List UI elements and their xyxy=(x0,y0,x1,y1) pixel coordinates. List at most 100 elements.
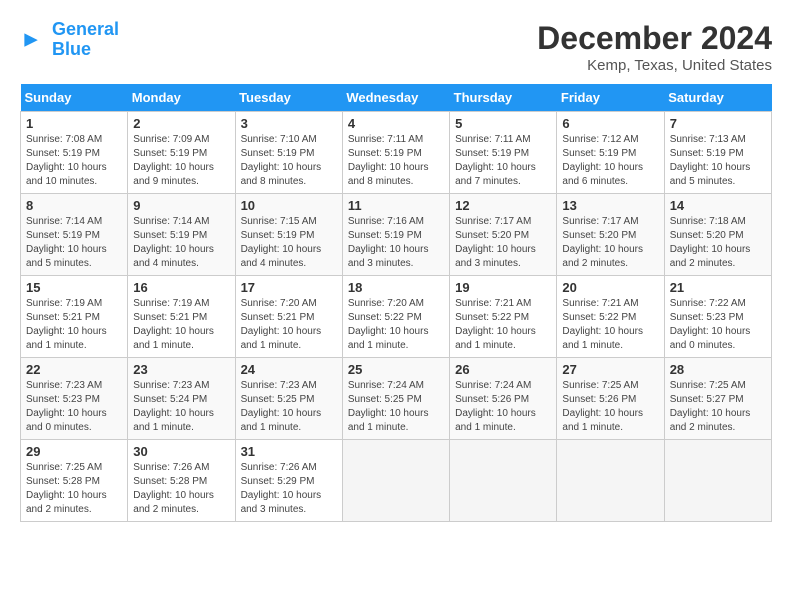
day-cell: 20 Sunrise: 7:21 AMSunset: 5:22 PMDayligh… xyxy=(557,276,664,358)
day-number: 8 xyxy=(26,198,122,213)
day-number: 23 xyxy=(133,362,229,377)
day-cell: 29 Sunrise: 7:25 AMSunset: 5:28 PMDayligh… xyxy=(21,440,128,522)
day-number: 26 xyxy=(455,362,551,377)
day-cell: 1 Sunrise: 7:08 AMSunset: 5:19 PMDaylight… xyxy=(21,112,128,194)
day-number: 4 xyxy=(348,116,444,131)
logo-text: General Blue xyxy=(52,20,119,60)
day-info: Sunrise: 7:24 AMSunset: 5:26 PMDaylight:… xyxy=(455,379,551,435)
day-number: 28 xyxy=(670,362,766,377)
day-cell: 21 Sunrise: 7:22 AMSunset: 5:23 PMDayligh… xyxy=(664,276,771,358)
day-cell: 5 Sunrise: 7:11 AMSunset: 5:19 PMDaylight… xyxy=(450,112,557,194)
day-cell: 4 Sunrise: 7:11 AMSunset: 5:19 PMDaylight… xyxy=(342,112,449,194)
day-info: Sunrise: 7:25 AMSunset: 5:26 PMDaylight:… xyxy=(562,379,658,435)
page-header: ► General Blue December 2024 Kemp, Texas… xyxy=(20,20,772,74)
day-info: Sunrise: 7:22 AMSunset: 5:23 PMDaylight:… xyxy=(670,297,766,353)
day-of-week-header: Saturday xyxy=(664,84,771,112)
svg-text:►: ► xyxy=(20,26,42,51)
day-number: 17 xyxy=(241,280,337,295)
day-info: Sunrise: 7:11 AMSunset: 5:19 PMDaylight:… xyxy=(455,133,551,189)
day-of-week-header: Wednesday xyxy=(342,84,449,112)
day-number: 7 xyxy=(670,116,766,131)
day-info: Sunrise: 7:17 AMSunset: 5:20 PMDaylight:… xyxy=(455,215,551,271)
day-of-week-header: Tuesday xyxy=(235,84,342,112)
day-number: 2 xyxy=(133,116,229,131)
day-number: 3 xyxy=(241,116,337,131)
day-cell: 10 Sunrise: 7:15 AMSunset: 5:19 PMDayligh… xyxy=(235,194,342,276)
empty-day-cell xyxy=(342,440,449,522)
day-info: Sunrise: 7:17 AMSunset: 5:20 PMDaylight:… xyxy=(562,215,658,271)
day-cell: 23Sunrise: 7:23 AMSunset: 5:24 PMDayligh… xyxy=(128,358,235,440)
day-cell: 8 Sunrise: 7:14 AMSunset: 5:19 PMDaylight… xyxy=(21,194,128,276)
day-info: Sunrise: 7:15 AMSunset: 5:19 PMDaylight:… xyxy=(241,215,337,271)
day-number: 19 xyxy=(455,280,551,295)
logo-icon: ► xyxy=(20,26,48,54)
day-cell: 26 Sunrise: 7:24 AMSunset: 5:26 PMDayligh… xyxy=(450,358,557,440)
day-number: 21 xyxy=(670,280,766,295)
day-number: 29 xyxy=(26,444,122,459)
empty-day-cell xyxy=(557,440,664,522)
day-of-week-header: Sunday xyxy=(21,84,128,112)
day-info: Sunrise: 7:09 AMSunset: 5:19 PMDaylight:… xyxy=(133,133,229,189)
day-cell: 31 Sunrise: 7:26 AMSunset: 5:29 PMDayligh… xyxy=(235,440,342,522)
empty-day-cell xyxy=(450,440,557,522)
title-area: December 2024 Kemp, Texas, United States xyxy=(537,20,772,74)
day-info: Sunrise: 7:20 AMSunset: 5:22 PMDaylight:… xyxy=(348,297,444,353)
day-number: 9 xyxy=(133,198,229,213)
day-number: 10 xyxy=(241,198,337,213)
day-info: Sunrise: 7:21 AMSunset: 5:22 PMDaylight:… xyxy=(562,297,658,353)
day-info: Sunrise: 7:23 AMSunset: 5:25 PMDaylight:… xyxy=(241,379,337,435)
day-info: Sunrise: 7:14 AMSunset: 5:19 PMDaylight:… xyxy=(26,215,122,271)
logo: ► General Blue xyxy=(20,20,119,60)
day-number: 31 xyxy=(241,444,337,459)
day-info: Sunrise: 7:08 AMSunset: 5:19 PMDaylight:… xyxy=(26,133,122,189)
day-number: 12 xyxy=(455,198,551,213)
logo-general: General xyxy=(52,19,119,39)
day-number: 16 xyxy=(133,280,229,295)
day-number: 24 xyxy=(241,362,337,377)
day-number: 14 xyxy=(670,198,766,213)
day-info: Sunrise: 7:25 AMSunset: 5:28 PMDaylight:… xyxy=(26,461,122,517)
calendar-week-row: 29 Sunrise: 7:25 AMSunset: 5:28 PMDayligh… xyxy=(21,440,772,522)
day-info: Sunrise: 7:12 AMSunset: 5:19 PMDaylight:… xyxy=(562,133,658,189)
day-cell: 2 Sunrise: 7:09 AMSunset: 5:19 PMDaylight… xyxy=(128,112,235,194)
day-number: 20 xyxy=(562,280,658,295)
day-info: Sunrise: 7:19 AMSunset: 5:21 PMDaylight:… xyxy=(26,297,122,353)
month-title: December 2024 xyxy=(537,20,772,57)
day-info: Sunrise: 7:23 AMSunset: 5:23 PMDaylight:… xyxy=(26,379,122,435)
day-cell: 24 Sunrise: 7:23 AMSunset: 5:25 PMDayligh… xyxy=(235,358,342,440)
day-number: 25 xyxy=(348,362,444,377)
day-cell: 12 Sunrise: 7:17 AMSunset: 5:20 PMDayligh… xyxy=(450,194,557,276)
day-cell: 6 Sunrise: 7:12 AMSunset: 5:19 PMDaylight… xyxy=(557,112,664,194)
day-cell: 14 Sunrise: 7:18 AMSunset: 5:20 PMDayligh… xyxy=(664,194,771,276)
day-info: Sunrise: 7:10 AMSunset: 5:19 PMDaylight:… xyxy=(241,133,337,189)
day-cell: 17Sunrise: 7:20 AMSunset: 5:21 PMDayligh… xyxy=(235,276,342,358)
day-cell: 13 Sunrise: 7:17 AMSunset: 5:20 PMDayligh… xyxy=(557,194,664,276)
day-number: 1 xyxy=(26,116,122,131)
day-cell: 15 Sunrise: 7:19 AMSunset: 5:21 PMDayligh… xyxy=(21,276,128,358)
day-number: 15 xyxy=(26,280,122,295)
day-info: Sunrise: 7:14 AMSunset: 5:19 PMDaylight:… xyxy=(133,215,229,271)
day-cell: 7 Sunrise: 7:13 AMSunset: 5:19 PMDaylight… xyxy=(664,112,771,194)
day-number: 6 xyxy=(562,116,658,131)
day-info: Sunrise: 7:13 AMSunset: 5:19 PMDaylight:… xyxy=(670,133,766,189)
day-number: 11 xyxy=(348,198,444,213)
day-number: 13 xyxy=(562,198,658,213)
calendar-week-row: 8 Sunrise: 7:14 AMSunset: 5:19 PMDaylight… xyxy=(21,194,772,276)
calendar-week-row: 15 Sunrise: 7:19 AMSunset: 5:21 PMDayligh… xyxy=(21,276,772,358)
empty-day-cell xyxy=(664,440,771,522)
day-info: Sunrise: 7:25 AMSunset: 5:27 PMDaylight:… xyxy=(670,379,766,435)
day-cell: 18Sunrise: 7:20 AMSunset: 5:22 PMDayligh… xyxy=(342,276,449,358)
day-cell: 22 Sunrise: 7:23 AMSunset: 5:23 PMDayligh… xyxy=(21,358,128,440)
day-info: Sunrise: 7:26 AMSunset: 5:29 PMDaylight:… xyxy=(241,461,337,517)
calendar-table: SundayMondayTuesdayWednesdayThursdayFrid… xyxy=(20,84,772,522)
day-cell: 19Sunrise: 7:21 AMSunset: 5:22 PMDayligh… xyxy=(450,276,557,358)
day-info: Sunrise: 7:11 AMSunset: 5:19 PMDaylight:… xyxy=(348,133,444,189)
day-of-week-header: Friday xyxy=(557,84,664,112)
day-info: Sunrise: 7:19 AMSunset: 5:21 PMDaylight:… xyxy=(133,297,229,353)
calendar-header-row: SundayMondayTuesdayWednesdayThursdayFrid… xyxy=(21,84,772,112)
day-info: Sunrise: 7:18 AMSunset: 5:20 PMDaylight:… xyxy=(670,215,766,271)
day-number: 22 xyxy=(26,362,122,377)
day-number: 5 xyxy=(455,116,551,131)
day-cell: 3 Sunrise: 7:10 AMSunset: 5:19 PMDaylight… xyxy=(235,112,342,194)
day-cell: 30Sunrise: 7:26 AMSunset: 5:28 PMDayligh… xyxy=(128,440,235,522)
